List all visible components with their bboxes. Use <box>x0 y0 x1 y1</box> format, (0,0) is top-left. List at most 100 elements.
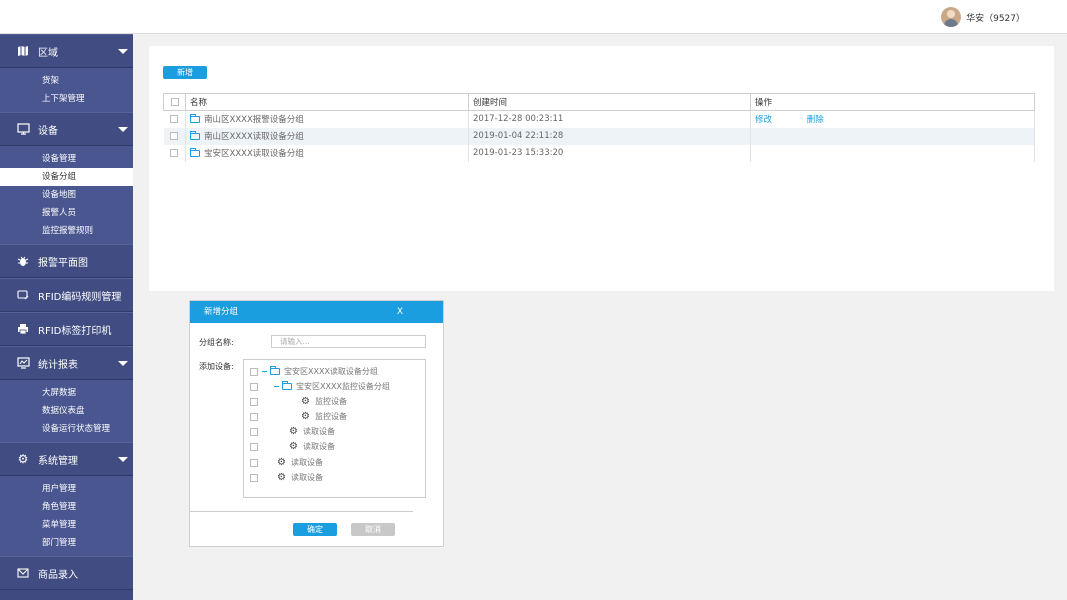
collapse-icon[interactable] <box>274 386 279 387</box>
name-cell[interactable]: 南山区XXXX报警设备分组 <box>185 110 469 128</box>
table-row: 南山区XXXX读取设备分组 2019-01-04 22:11:28 <box>163 127 1035 145</box>
name-cell[interactable]: 南山区XXXX读取设备分组 <box>185 127 469 145</box>
add-group-dialog: 新增分组 X 分组名称: 添加设备: 宝安区XXXX读取设备分组 宝安区XXXX… <box>189 300 444 547</box>
sidebar-submenu-system: 用户管理 角色管理 菜单管理 部门管理 <box>0 476 133 556</box>
mail-icon <box>16 566 30 580</box>
name-cell[interactable]: 宝安区XXXX读取设备分组 <box>185 144 469 162</box>
folder-icon <box>190 114 200 124</box>
sidebar-group-label: 报警平面图 <box>38 257 88 269</box>
sidebar-item-shelf-management[interactable]: 上下架管理 <box>0 90 133 108</box>
dialog-title: 新增分组 <box>204 307 239 317</box>
rfid-icon <box>16 288 30 302</box>
tree-node[interactable]: ⚙ 读取设备 <box>250 455 323 470</box>
group-table: 名称 创建时间 操作 南山区XXXX报警设备分组 2017-12-28 00:2… <box>163 93 1035 162</box>
tree-checkbox[interactable] <box>250 397 258 406</box>
confirm-button[interactable]: 确定 <box>293 523 337 536</box>
sidebar-item-alarm-rules[interactable]: 监控报警规则 <box>0 222 133 240</box>
tree-checkbox[interactable] <box>250 382 258 391</box>
edit-link[interactable]: 修改 <box>755 115 772 125</box>
select-all-checkbox[interactable] <box>170 97 179 106</box>
group-name: 南山区XXXX读取设备分组 <box>204 132 304 142</box>
tree-node-label: 读取设备 <box>303 427 335 436</box>
dialog-divider <box>190 511 413 512</box>
tree-node-label: 监控设备 <box>315 412 347 421</box>
collapse-icon[interactable] <box>262 371 267 372</box>
tree-node[interactable]: ⚙ 读取设备 <box>250 424 335 439</box>
folder-icon <box>282 381 292 390</box>
sidebar-item-roles[interactable]: 角色管理 <box>0 498 133 516</box>
sidebar-group-rfid-printer[interactable]: RFID标签打印机 <box>0 312 133 346</box>
tree-node[interactable]: 宝安区XXXX读取设备分组 <box>250 364 378 379</box>
add-devices-label: 添加设备: <box>199 362 234 371</box>
table-header: 名称 创建时间 操作 <box>163 93 1035 111</box>
sidebar-group-device[interactable]: 设备 <box>0 112 133 146</box>
sidebar-group-area[interactable]: 区域 <box>0 34 133 68</box>
sidebar-item-alarm-personnel[interactable]: 报警人员 <box>0 204 133 222</box>
row-checkbox[interactable] <box>170 114 179 123</box>
sidebar-group-reports[interactable]: 统计报表 <box>0 346 133 380</box>
chevron-down-icon <box>118 361 128 366</box>
sidebar-item-device-group[interactable]: 设备分组 <box>0 168 133 186</box>
tree-checkbox[interactable] <box>250 367 258 376</box>
created-cell: 2019-01-23 15:33:20 <box>468 144 751 162</box>
sidebar-item-users[interactable]: 用户管理 <box>0 480 133 498</box>
sidebar-item-device-status[interactable]: 设备运行状态管理 <box>0 420 133 438</box>
actions-cell <box>750 127 1035 145</box>
printer-icon <box>16 322 30 336</box>
sidebar-item-departments[interactable]: 部门管理 <box>0 534 133 552</box>
sidebar-group-system[interactable]: ⚙ 系统管理 <box>0 442 133 476</box>
map-icon <box>16 44 30 58</box>
tree-node-label: 读取设备 <box>291 473 323 482</box>
main-panel: 新增 名称 创建时间 操作 南山区XXXX报警设备分组 2017-12-28 0… <box>149 46 1054 291</box>
tree-checkbox[interactable] <box>250 473 258 482</box>
tree-checkbox[interactable] <box>250 458 258 467</box>
group-name: 宝安区XXXX读取设备分组 <box>204 149 304 159</box>
row-checkbox[interactable] <box>170 131 179 140</box>
select-all-cell <box>163 93 186 111</box>
gear-icon: ⚙ <box>277 456 286 468</box>
gear-icon: ⚙ <box>301 410 310 422</box>
tree-node[interactable]: ⚙ 读取设备 <box>250 470 323 485</box>
add-button[interactable]: 新增 <box>163 66 207 79</box>
user-name: 华安（9527） <box>966 13 1025 24</box>
gear-icon: ⚙ <box>301 395 310 407</box>
sidebar-group-rfid-rules[interactable]: RFID编码规则管理 <box>0 278 133 312</box>
tree-node[interactable]: ⚙ 读取设备 <box>250 439 335 454</box>
avatar[interactable] <box>941 7 962 27</box>
sidebar-group-label: 系统管理 <box>38 455 78 467</box>
sidebar-item-big-screen[interactable]: 大屏数据 <box>0 384 133 402</box>
delete-link[interactable]: 删除 <box>807 115 824 125</box>
sidebar-group-alarm-floorplan[interactable]: 报警平面图 <box>0 244 133 278</box>
sidebar-item-menus[interactable]: 菜单管理 <box>0 516 133 534</box>
chevron-down-icon <box>118 457 128 462</box>
tree-checkbox[interactable] <box>250 442 258 451</box>
sidebar-item-shelf[interactable]: 货架 <box>0 72 133 90</box>
gear-icon: ⚙ <box>289 425 298 437</box>
sidebar-group-label: 区域 <box>38 47 58 59</box>
gear-icon: ⚙ <box>289 440 298 452</box>
group-name-label: 分组名称: <box>199 338 234 347</box>
sidebar-group-label: RFID编码规则管理 <box>38 291 122 303</box>
sidebar-item-device-map[interactable]: 设备地图 <box>0 186 133 204</box>
sidebar-item-device-management[interactable]: 设备管理 <box>0 150 133 168</box>
tree-checkbox[interactable] <box>250 427 258 436</box>
tree-node[interactable]: ⚙ 监控设备 <box>250 394 347 409</box>
tree-node-label: 宝安区XXXX监控设备分组 <box>296 382 390 391</box>
monitor-icon <box>16 122 30 136</box>
sidebar-group-product-entry[interactable]: 商品录入 <box>0 556 133 590</box>
sidebar: 区域 货架 上下架管理 设备 设备管理 设备分组 设备地图 报警人员 监控报警规… <box>0 34 133 600</box>
row-select-cell <box>163 144 186 162</box>
row-checkbox[interactable] <box>170 148 179 157</box>
sidebar-group-label: 设备 <box>38 125 58 137</box>
tree-checkbox[interactable] <box>250 412 258 421</box>
sidebar-item-dashboard[interactable]: 数据仪表盘 <box>0 402 133 420</box>
cancel-button[interactable]: 取消 <box>351 523 395 536</box>
user-menu[interactable]: 华安（9527） <box>941 6 1025 28</box>
tree-node[interactable]: 宝安区XXXX监控设备分组 <box>250 379 390 394</box>
column-header-name: 名称 <box>185 93 469 111</box>
tree-node[interactable]: ⚙ 监控设备 <box>250 409 347 424</box>
group-name-input[interactable] <box>271 335 426 348</box>
created-cell: 2017-12-28 00:23:11 <box>468 110 751 128</box>
chevron-down-icon <box>118 127 128 132</box>
close-icon[interactable]: X <box>397 301 403 323</box>
